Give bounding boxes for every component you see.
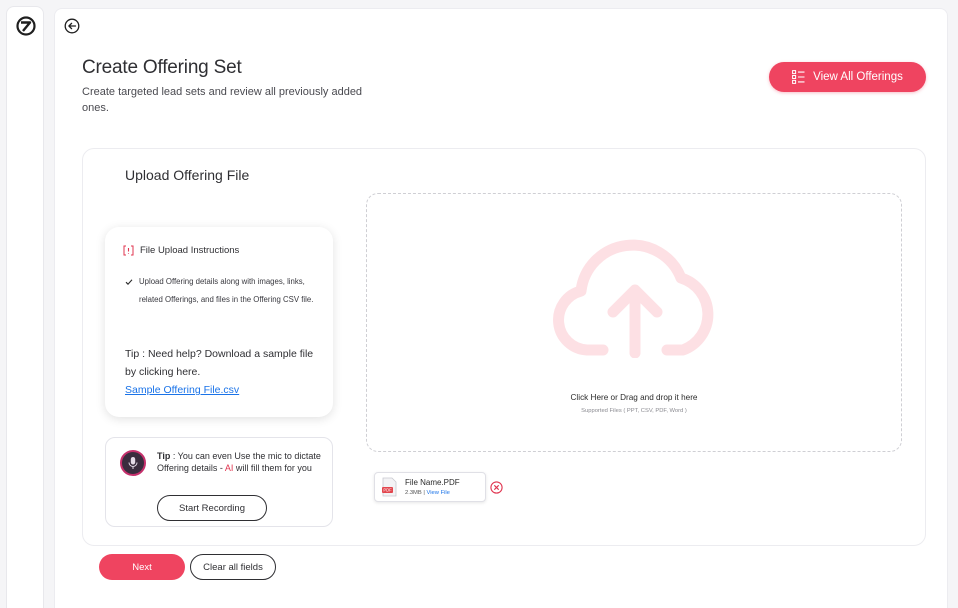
instructions-tip-text: Need help? Download a sample file by cli… [125, 348, 314, 378]
left-rail [6, 6, 44, 608]
instructions-heading: File Upload Instructions [140, 245, 240, 256]
cloud-upload-icon [553, 239, 714, 358]
dropzone-supported-text: Supported Files ( PPT, CSV, PDF, Word ) [581, 408, 687, 414]
pdf-badge-text: PDF [383, 488, 392, 493]
page-title: Create Offering Set [82, 57, 242, 78]
instructions-tip: Tip : Need help? Download a sample file … [125, 345, 325, 399]
page-subtitle: Create targeted lead sets and review all… [82, 86, 363, 114]
instructions-header: File Upload Instructions [123, 245, 239, 256]
instructions-item-text: Upload Offering details along with image… [139, 277, 314, 304]
mic-tip-tail: will fill them for you [233, 463, 312, 473]
mic-button[interactable] [120, 450, 146, 476]
view-all-offerings-button[interactable]: View All Offerings [769, 62, 926, 92]
upload-card: Upload Offering File File Upload Instruc… [82, 148, 926, 546]
pdf-file-icon: PDF [382, 477, 397, 497]
view-all-offerings-label: View All Offerings [813, 71, 903, 83]
file-size: 2.3MB [405, 490, 422, 496]
brand-logo-icon[interactable] [16, 16, 36, 36]
file-name: File Name.PDF [405, 478, 460, 487]
file-dropzone[interactable]: Click Here or Drag and drop it here Supp… [366, 193, 902, 452]
main-panel: Create Offering Set Create targeted lead… [54, 8, 948, 608]
clear-all-fields-button[interactable]: Clear all fields [190, 554, 276, 580]
next-button[interactable]: Next [99, 554, 185, 580]
file-meta: 2.3MB | View File [405, 490, 450, 496]
remove-circle-icon[interactable] [490, 481, 503, 494]
uploaded-file-chip: PDF File Name.PDF 2.3MB | View File [374, 472, 486, 502]
mic-tip-prefix: Tip [157, 451, 171, 461]
instructions-list-item: Upload Offering details along with image… [125, 273, 325, 309]
sample-file-link[interactable]: Sample Offering File.csv [125, 381, 325, 399]
instructions-icon [123, 245, 134, 256]
mic-tip-panel: Tip : You can even Use the mic to dictat… [105, 437, 333, 527]
list-icon [792, 70, 805, 84]
check-icon [125, 279, 133, 285]
dropzone-main-text: Click Here or Drag and drop it here [570, 393, 698, 402]
start-recording-button[interactable]: Start Recording [157, 495, 267, 521]
view-file-link[interactable]: View File [427, 490, 450, 496]
instructions-panel: File Upload Instructions Upload Offering… [105, 227, 333, 417]
back-arrow-icon[interactable] [64, 18, 80, 34]
mic-tip-text: Tip : You can even Use the mic to dictat… [157, 450, 327, 474]
instructions-tip-prefix: Tip : [125, 348, 148, 360]
upload-card-title: Upload Offering File [125, 167, 250, 183]
mic-icon [128, 457, 138, 469]
